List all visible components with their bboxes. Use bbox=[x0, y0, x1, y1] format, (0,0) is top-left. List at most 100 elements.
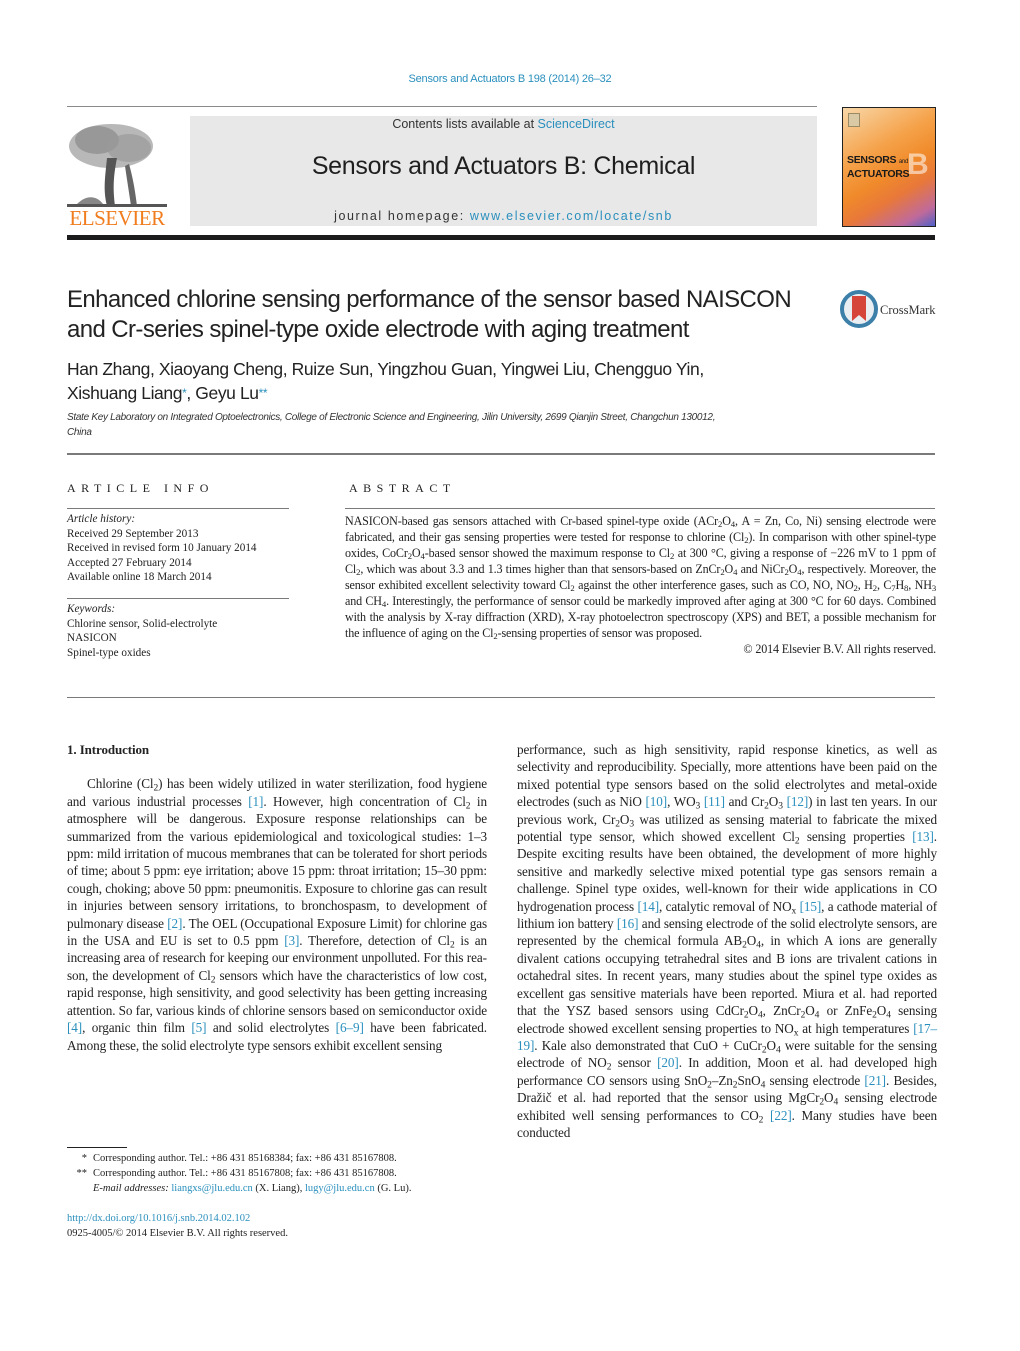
subscript: 2 bbox=[670, 551, 675, 562]
subscript: x bbox=[791, 906, 797, 917]
homepage-link[interactable]: www.elsevier.com/locate/snb bbox=[470, 209, 673, 223]
corresponding-author-marker-2[interactable]: ** bbox=[259, 386, 268, 400]
email-link-liang[interactable]: liangxs@jlu.edu.cn bbox=[171, 1183, 252, 1194]
affiliation: State Key Laboratory on Integrated Optoe… bbox=[67, 410, 837, 440]
subscript: 2 bbox=[356, 567, 361, 578]
history-item: Accepted 27 February 2014 bbox=[67, 556, 192, 569]
reference-link[interactable]: [16] bbox=[617, 916, 639, 931]
email-line: E-mail addresses: liangxs@jlu.edu.cn (X.… bbox=[93, 1181, 411, 1196]
keywords-heading: Keywords: bbox=[67, 603, 116, 615]
reference-link[interactable]: [14] bbox=[637, 899, 659, 914]
header-thick-divider bbox=[67, 235, 935, 240]
affiliation-line2: China bbox=[67, 427, 92, 438]
reference-link[interactable]: [12] bbox=[787, 794, 809, 809]
subscript: x bbox=[793, 1027, 799, 1038]
subscript: 4 bbox=[814, 1010, 820, 1021]
footnote-2: ** Corresponding author. Tel.: +86 431 85… bbox=[67, 1166, 497, 1181]
subscript: 2 bbox=[794, 836, 800, 847]
subscript: 2 bbox=[764, 801, 769, 812]
article-history: Article history: Received 29 September 2… bbox=[67, 512, 297, 585]
reference-link[interactable]: [3] bbox=[284, 933, 299, 948]
subscript: 2 bbox=[493, 631, 498, 642]
article-history-heading: Article history: bbox=[67, 513, 136, 525]
subscript: 3 bbox=[931, 583, 937, 594]
abstract-heading: ABSTRACT bbox=[349, 481, 456, 495]
email-link-lu[interactable]: lugy@jlu.edu.cn bbox=[305, 1183, 375, 1194]
keyword-item: NASICON bbox=[67, 632, 117, 644]
reference-link[interactable]: [10] bbox=[646, 794, 668, 809]
author-separator: , bbox=[186, 383, 196, 403]
subscript: 3 bbox=[629, 819, 635, 829]
cover-elsevier-badge-icon bbox=[848, 113, 860, 127]
subscript: 2 bbox=[210, 975, 216, 986]
email-label: E-mail addresses: bbox=[93, 1183, 169, 1194]
subscript: 2 bbox=[744, 535, 749, 546]
affiliation-line1: State Key Laboratory on Integrated Optoe… bbox=[67, 412, 716, 423]
cover-title-line2: ACTUATORS bbox=[847, 168, 910, 180]
article-info-heading: ARTICLE INFO bbox=[67, 481, 214, 495]
subscript: 2 bbox=[718, 519, 723, 530]
reference-link[interactable]: [4] bbox=[67, 1020, 82, 1035]
subscript: 2 bbox=[720, 567, 725, 578]
subscript: 7 bbox=[891, 583, 896, 594]
reference-link[interactable]: [15] bbox=[800, 899, 822, 914]
cover-letter: B bbox=[907, 148, 929, 181]
subscript: 4 bbox=[760, 1080, 766, 1091]
keywords: Keywords: Chlorine sensor, Solid-electro… bbox=[67, 602, 297, 660]
subscript: 2 bbox=[761, 1045, 767, 1056]
contents-availability: Contents lists available at ScienceDirec… bbox=[190, 117, 817, 131]
subscript: 2 bbox=[732, 1080, 738, 1091]
intro-paragraph: Chlorine (Cl2) has been widely utilized … bbox=[67, 776, 488, 1053]
reference-link[interactable]: [1] bbox=[248, 794, 263, 809]
footnote-marker: * bbox=[81, 1153, 87, 1164]
article-title-line1: Enhanced chlorine sensing performance of… bbox=[67, 286, 792, 313]
subscript: 4 bbox=[775, 1045, 781, 1056]
journal-citation[interactable]: Sensors and Actuators B 198 (2014) 26–32 bbox=[0, 73, 1020, 85]
cover-title: SENSORS and ACTUATORS bbox=[847, 154, 910, 180]
homepage-prefix: journal homepage: bbox=[334, 209, 470, 223]
header-divider bbox=[67, 106, 817, 107]
subscript: 4 bbox=[757, 1010, 763, 1021]
reference-link[interactable]: [6–9] bbox=[336, 1020, 364, 1035]
subscript: 4 bbox=[730, 519, 735, 530]
author-lu: Geyu Lu bbox=[195, 383, 259, 403]
footnote-text: Corresponding author. Tel.: +86 431 8516… bbox=[93, 1168, 397, 1179]
journal-cover-image[interactable]: B SENSORS and ACTUATORS bbox=[842, 107, 936, 227]
reference-link[interactable]: [5] bbox=[191, 1020, 206, 1035]
reference-link[interactable]: [11] bbox=[704, 794, 725, 809]
reference-link[interactable]: [21] bbox=[864, 1073, 886, 1088]
reference-link[interactable]: [20] bbox=[657, 1055, 679, 1070]
reference-link[interactable]: [17–19] bbox=[517, 1021, 937, 1053]
email-owner: (X. Liang), bbox=[252, 1183, 305, 1194]
reference-link[interactable]: [22] bbox=[770, 1108, 792, 1123]
subscript: 2 bbox=[465, 801, 471, 812]
article-info-divider bbox=[67, 508, 289, 509]
author-list: Han Zhang, Xiaoyang Cheng, Ruize Sun, Yi… bbox=[67, 357, 827, 405]
abstract-copyright: © 2014 Elsevier B.V. All rights reserved… bbox=[743, 642, 936, 656]
subscript: 2 bbox=[407, 551, 412, 562]
crossmark-button[interactable]: CrossMark bbox=[840, 290, 940, 330]
author-liang: Xishuang Liang bbox=[67, 383, 183, 403]
section-heading-introduction: 1. Introduction bbox=[67, 742, 150, 757]
subscript: 4 bbox=[756, 940, 761, 951]
footnote-1: * Corresponding author. Tel.: +86 431 851… bbox=[67, 1151, 497, 1166]
title-divider bbox=[67, 453, 935, 455]
subscript: 4 bbox=[833, 1097, 839, 1108]
keywords-divider bbox=[67, 598, 289, 599]
subscript: 4 bbox=[381, 599, 387, 610]
elsevier-wordmark: ELSEVIER bbox=[69, 206, 165, 230]
reference-link[interactable]: [13] bbox=[912, 829, 934, 844]
sciencedirect-link[interactable]: ScienceDirect bbox=[538, 117, 615, 131]
subscript: 4 bbox=[420, 551, 425, 562]
subscript: 2 bbox=[707, 1080, 712, 1091]
subscript: 2 bbox=[872, 583, 877, 594]
subscript: 3 bbox=[695, 801, 701, 812]
history-item: Received 29 September 2013 bbox=[67, 527, 199, 540]
elsevier-logo[interactable]: ELSEVIER bbox=[67, 118, 167, 230]
reference-link[interactable]: [2] bbox=[167, 916, 182, 931]
doi-link[interactable]: http://dx.doi.org/10.1016/j.snb.2014.02.… bbox=[67, 1211, 497, 1226]
abstract-divider bbox=[345, 508, 935, 509]
footnote-divider bbox=[67, 1147, 127, 1148]
crossmark-label: CrossMark bbox=[880, 303, 936, 317]
subscript: 2 bbox=[153, 783, 159, 794]
